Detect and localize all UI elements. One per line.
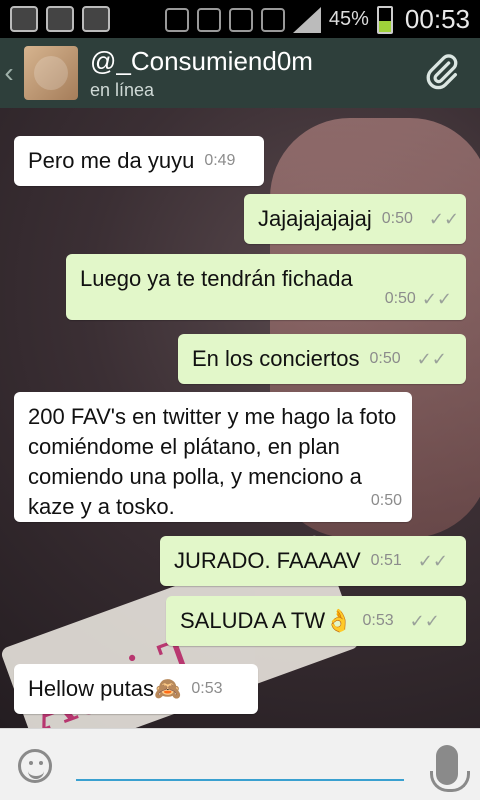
message-outgoing[interactable]: En los conciertos 0:50 ✓✓	[178, 334, 466, 384]
message-text: Hellow putas🙈	[28, 676, 182, 701]
battery-fill	[378, 20, 391, 32]
status-left-icons	[10, 6, 110, 32]
chat-header: ‹ @_Consumiend0m en línea	[0, 38, 480, 108]
message-time: 0:50	[381, 210, 413, 227]
message-text: Pero me da yuyu	[28, 148, 195, 173]
alarm-icon	[228, 7, 253, 32]
contact-name: @_Consumiend0m	[90, 45, 313, 76]
message-meta: 0:50	[371, 483, 402, 516]
read-receipt-icon: ✓✓	[421, 289, 452, 309]
message-time: 0:51	[370, 552, 402, 569]
message-text: 200 FAV's en twitter y me hago la foto c…	[28, 404, 397, 519]
message-input-bar	[0, 728, 480, 800]
message-incoming[interactable]: Pero me da yuyu 0:49	[14, 136, 264, 186]
message-outgoing[interactable]: JURADO. FAAAAV 0:51 ✓✓	[160, 536, 466, 586]
message-incoming[interactable]: Hellow putas🙈 0:53	[14, 664, 258, 714]
message-outgoing[interactable]: Luego ya te tendrán fichada 0:50 ✓✓	[66, 254, 466, 320]
n-icon	[164, 7, 189, 32]
message-outgoing[interactable]: SALUDA A TW👌 0:53 ✓✓	[166, 596, 466, 646]
attach-icon[interactable]	[422, 53, 462, 93]
wifi-icon	[260, 7, 285, 32]
message-time: 0:53	[362, 612, 394, 629]
emoji-icon[interactable]	[18, 749, 52, 783]
contact-status: en línea	[90, 79, 155, 100]
mic-icon[interactable]	[430, 745, 470, 792]
read-receipt-icon: ✓✓	[409, 611, 440, 631]
message-time: 0:50	[384, 290, 416, 307]
battery-icon	[376, 5, 393, 34]
status-right-icons: 45% 00:53	[164, 4, 470, 35]
instagram-icon	[46, 6, 74, 32]
signal-icon	[292, 6, 321, 33]
message-time: 0:50	[370, 492, 402, 509]
back-icon[interactable]: ‹	[0, 57, 18, 89]
image-icon	[82, 6, 110, 32]
message-input[interactable]	[76, 755, 404, 781]
status-bar: 45% 00:53	[0, 0, 480, 38]
read-receipt-icon: ✓✓	[416, 349, 447, 369]
contact-info[interactable]: @_Consumiend0m en línea	[90, 46, 422, 101]
chat-area[interactable]: Adri-T Pero me da yuyu 0:49 Jajajajajaja…	[0, 108, 480, 728]
message-time: 0:50	[369, 350, 401, 367]
avatar[interactable]	[24, 46, 78, 100]
add-icon	[10, 6, 38, 32]
battery-percent: 45%	[328, 8, 369, 30]
message-time: 0:53	[191, 680, 223, 697]
read-receipt-icon: ✓✓	[417, 551, 448, 571]
message-text: SALUDA A TW👌	[180, 608, 353, 633]
message-meta: 0:50 ✓✓	[385, 284, 452, 314]
message-text: JURADO. FAAAAV	[174, 548, 361, 573]
message-outgoing[interactable]: Jajajajajajaj 0:50 ✓✓	[244, 194, 466, 244]
status-time: 00:53	[404, 4, 470, 34]
message-time: 0:49	[204, 152, 236, 169]
vibrate-icon	[196, 7, 221, 32]
read-receipt-icon: ✓✓	[428, 209, 460, 229]
message-text: En los conciertos	[192, 346, 360, 371]
message-text: Jajajajajajaj	[258, 206, 372, 231]
message-incoming[interactable]: 200 FAV's en twitter y me hago la foto c…	[14, 392, 412, 522]
